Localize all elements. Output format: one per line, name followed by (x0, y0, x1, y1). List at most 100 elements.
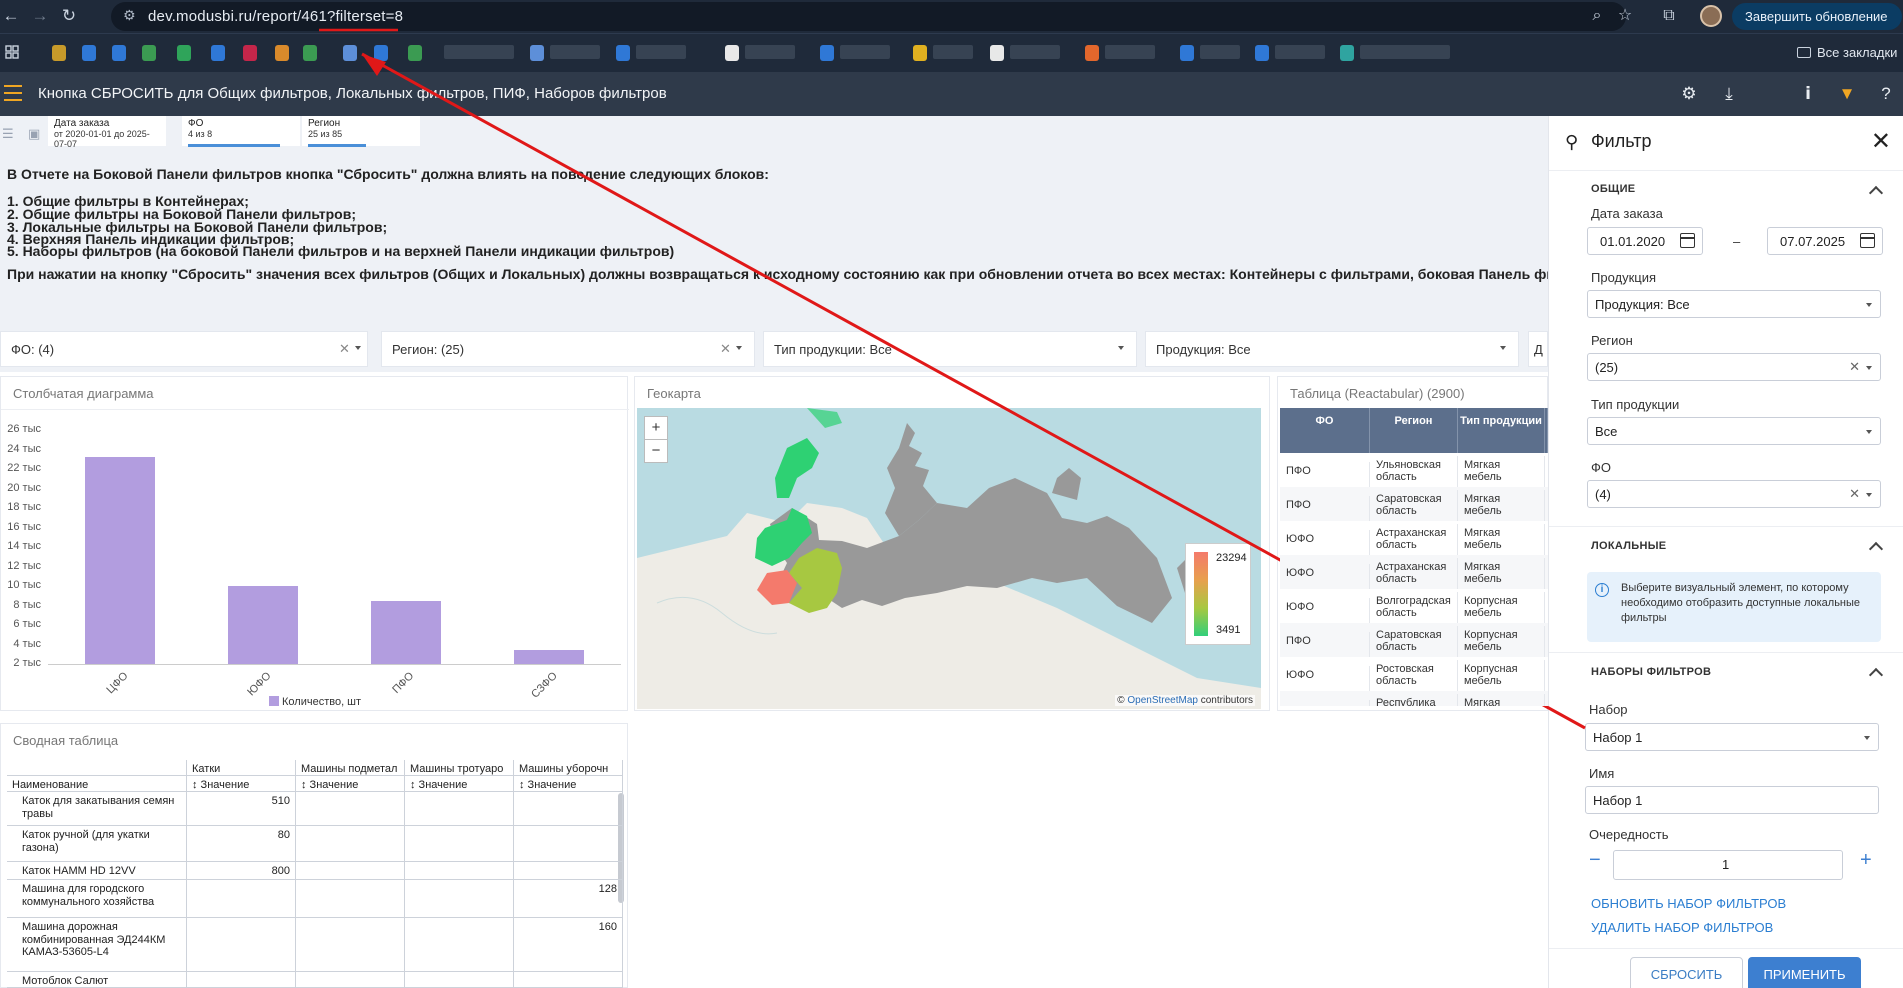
decrement-button[interactable]: − (1589, 849, 1601, 872)
bookmark-label[interactable] (1200, 45, 1240, 59)
bookmark-label[interactable] (840, 45, 890, 59)
bookmark-icon[interactable] (177, 45, 191, 61)
reload-icon[interactable]: ↻ (58, 5, 80, 27)
close-icon[interactable]: ✕ (1871, 127, 1891, 156)
chevron-down-icon[interactable] (355, 346, 361, 350)
bookmark-label[interactable] (444, 45, 514, 59)
bookmark-icon[interactable] (1085, 45, 1099, 61)
bar-СЗФО[interactable] (514, 650, 585, 664)
pivot-value-header[interactable]: ↕ Значение (405, 776, 514, 792)
list-icon[interactable]: ☰ (2, 126, 14, 142)
chevron-down-icon[interactable] (1864, 736, 1870, 740)
pivot-value-header[interactable]: ↕ Значение (187, 776, 296, 792)
chevron-down-icon[interactable] (1866, 430, 1872, 434)
bookmark-label[interactable] (1360, 45, 1450, 59)
save-icon[interactable]: ▣ (28, 126, 40, 142)
bookmark-icon[interactable] (616, 45, 630, 61)
forward-arrow-icon[interactable]: → (29, 5, 51, 27)
clear-icon[interactable]: ✕ (339, 341, 350, 357)
bookmark-icon[interactable] (243, 45, 257, 61)
filter-funnel-icon[interactable]: ▼ (1836, 84, 1858, 104)
bookmark-icon[interactable] (990, 45, 1004, 61)
help-icon[interactable]: ? (1875, 84, 1897, 104)
chevron-up-icon[interactable] (1868, 541, 1884, 557)
chevron-up-icon[interactable] (1868, 667, 1884, 683)
section-common-header[interactable]: ОБЩИЕ (1591, 183, 1635, 195)
bookmark-label[interactable] (745, 45, 795, 59)
info-icon[interactable]: ⅰ (1797, 84, 1819, 104)
osm-link[interactable]: OpenStreetMap (1127, 695, 1198, 706)
table-row[interactable]: ЮФО Волгоградская область Корпусная мебель… (1280, 589, 1548, 623)
chevron-down-icon[interactable] (1866, 303, 1872, 307)
site-settings-icon[interactable]: ⚙ (123, 7, 136, 24)
table-header-cell[interactable]: Регион (1370, 408, 1458, 453)
table-row[interactable]: ЮФОРостовская областьКорпусная мебельШ (1280, 657, 1548, 691)
update-browser-button[interactable]: Завершить обновление ⋮ (1732, 3, 1902, 51)
chevron-up-icon[interactable] (1868, 185, 1884, 201)
bookmark-icon[interactable] (275, 45, 289, 61)
bookmark-icon[interactable] (725, 45, 739, 61)
bookmark-icon[interactable] (530, 45, 544, 61)
download-icon[interactable]: ⤓ (1718, 84, 1740, 104)
table-row[interactable]: ПФОСаратовская областьКорпусная мебельС … (1280, 623, 1548, 657)
table-row[interactable]: ПФОУльяновская областьМягкая мебельК (1280, 453, 1548, 487)
bookmark-icon[interactable] (913, 45, 927, 61)
all-bookmarks-button[interactable]: Все закладки (1797, 45, 1897, 60)
geo-map[interactable]: + − 23294 3491 © OpenStreetMap contribut… (637, 408, 1261, 709)
chevron-down-icon[interactable] (1500, 346, 1506, 350)
region-filter-select[interactable]: Регион: (25) ✕ (381, 331, 755, 367)
bookmark-label[interactable] (1275, 45, 1325, 59)
indicator-chip-fo[interactable]: ФО 4 из 8 (182, 116, 300, 147)
bookmark-icon[interactable] (112, 45, 126, 61)
order-stepper-input[interactable]: 1 (1613, 850, 1843, 880)
table-row[interactable]: ЮФОАстраханская областьМягкая мебельД (1280, 521, 1548, 555)
back-arrow-icon[interactable]: ← (0, 5, 22, 27)
bookmark-label[interactable] (636, 45, 686, 59)
bookmark-label[interactable] (1010, 45, 1060, 59)
bookmark-icon[interactable] (1180, 45, 1194, 61)
section-local-header[interactable]: ЛОКАЛЬНЫЕ (1591, 540, 1666, 552)
product-select[interactable]: Продукция: Все (1587, 290, 1881, 318)
table-row[interactable]: Республика Мягкая (1280, 691, 1548, 706)
indicator-chip-region[interactable]: Регион 25 из 85 (302, 116, 420, 147)
increment-button[interactable]: + (1860, 849, 1872, 872)
product-filter-select[interactable]: Продукция: Все (1145, 331, 1519, 367)
table-row[interactable]: ЮФОАстраханская областьМягкая мебельК (1280, 555, 1548, 589)
filter-set-select[interactable]: Набор 1 (1585, 723, 1879, 751)
bookmark-icon[interactable] (374, 45, 388, 61)
bookmark-icon[interactable] (1255, 45, 1269, 61)
clear-icon[interactable]: ✕ (1849, 359, 1860, 375)
date-from-input[interactable]: 01.01.2020 (1587, 227, 1703, 255)
filter-set-name-input[interactable]: Набор 1 (1585, 786, 1879, 814)
update-filter-set-button[interactable]: ОБНОВИТЬ НАБОР ФИЛЬТРОВ (1591, 896, 1786, 911)
fo-filter-select[interactable]: ФО: (4) ✕ (0, 331, 368, 367)
apps-grid-icon[interactable] (5, 45, 19, 59)
zoom-icon[interactable]: ⌕ (1585, 5, 1609, 27)
bookmark-label[interactable] (1105, 45, 1155, 59)
bookmark-label[interactable] (550, 45, 600, 59)
star-bookmark-icon[interactable]: ☆ (1613, 5, 1637, 27)
bookmark-icon[interactable] (343, 45, 357, 61)
apply-button[interactable]: ПРИМЕНИТЬ (1748, 957, 1861, 988)
pin-icon[interactable]: ⚲ (1565, 132, 1578, 153)
chevron-down-icon[interactable] (1866, 493, 1872, 497)
clear-icon[interactable]: ✕ (1849, 486, 1860, 502)
section-sets-header[interactable]: НАБОРЫ ФИЛЬТРОВ (1591, 666, 1711, 678)
product-type-filter-select[interactable]: Тип продукции: Все (763, 331, 1137, 367)
calendar-icon[interactable] (1680, 233, 1695, 248)
zoom-out-button[interactable]: − (644, 439, 668, 463)
address-url[interactable]: dev.modusbi.ru/report/461?filterset=8 (148, 8, 403, 25)
table-header-cell[interactable] (1545, 408, 1548, 453)
bookmark-icon[interactable] (303, 45, 317, 61)
zoom-in-button[interactable]: + (644, 416, 668, 440)
pivot-value-header[interactable]: ↕ Значение (296, 776, 405, 792)
chevron-down-icon[interactable] (1118, 346, 1124, 350)
bookmark-icon[interactable] (142, 45, 156, 61)
hamburger-menu-icon[interactable] (4, 85, 22, 101)
reset-button[interactable]: СБРОСИТЬ (1630, 957, 1743, 988)
calendar-icon[interactable] (1860, 233, 1875, 248)
bookmark-icon[interactable] (820, 45, 834, 61)
date-to-input[interactable]: 07.07.2025 (1767, 227, 1883, 255)
profile-avatar[interactable] (1700, 5, 1722, 27)
settings-gear-icon[interactable]: ⚙ (1678, 84, 1700, 104)
